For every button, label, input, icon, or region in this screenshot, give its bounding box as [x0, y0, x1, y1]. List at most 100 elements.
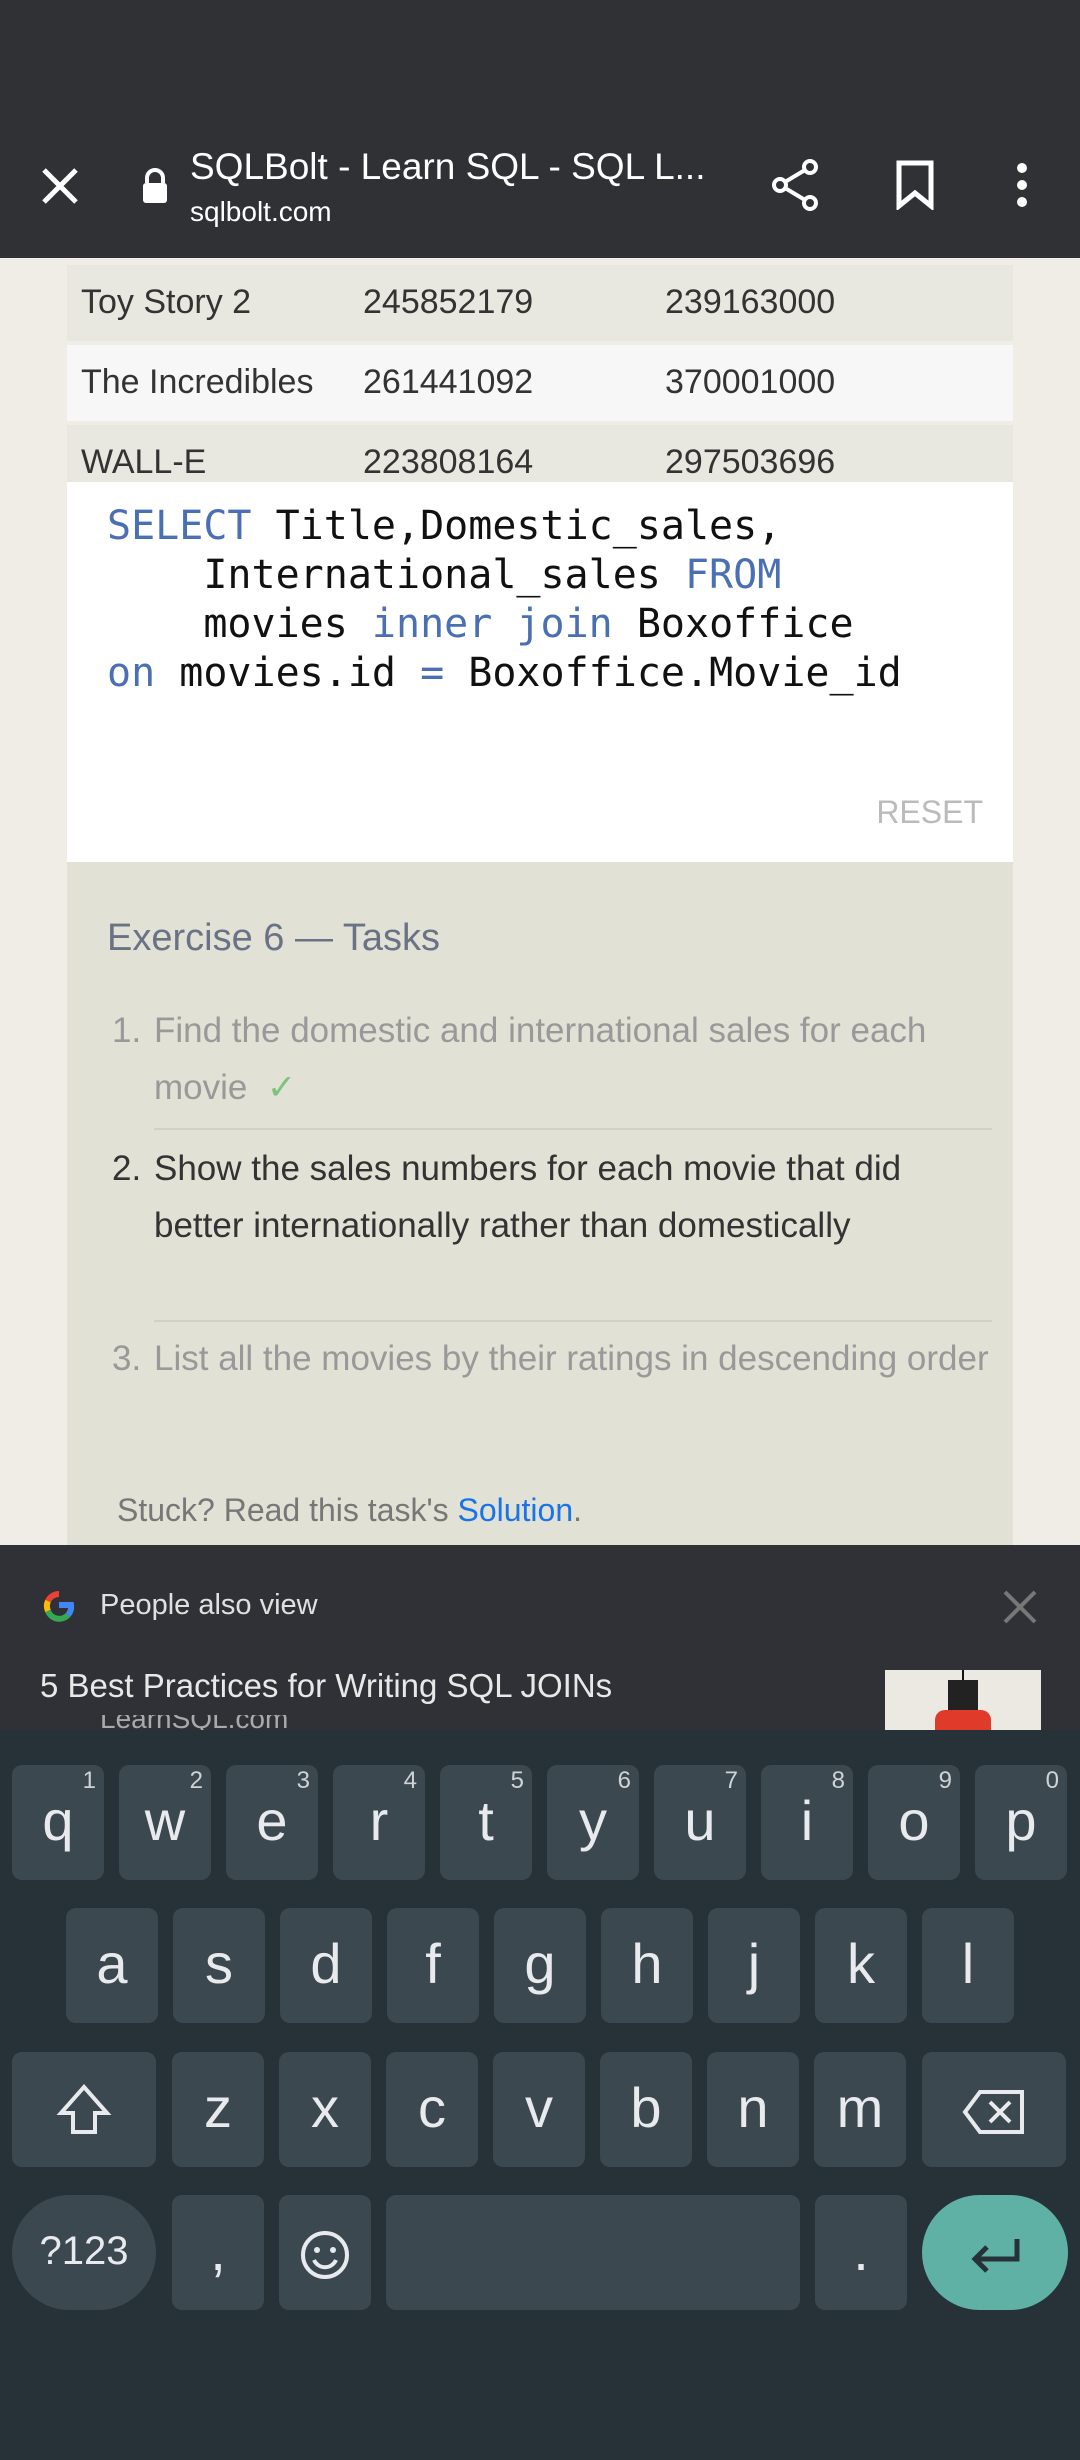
keyword: inner join [371, 601, 613, 647]
key-x[interactable]: x [279, 2052, 371, 2167]
key-m[interactable]: m [814, 2052, 906, 2167]
key-p[interactable]: p0 [975, 1765, 1067, 1880]
key-label: o [898, 1789, 930, 1852]
people-also-view-panel: People also view 5 Best Practices for Wr… [0, 1545, 1080, 1730]
code-text: Boxoffice.Movie_id [444, 650, 902, 696]
key-u[interactable]: u7 [654, 1765, 746, 1880]
key-hint: 9 [938, 1767, 952, 1794]
cell-domestic: 245852179 [363, 283, 534, 321]
key-comma[interactable]: , [172, 2195, 264, 2310]
task-item: 1. Find the domestic and international sa… [112, 1002, 992, 1116]
key-hint: 4 [403, 1767, 417, 1794]
key-hint: 1 [82, 1767, 96, 1794]
lock-icon [143, 168, 167, 203]
key-emoji[interactable] [279, 2195, 371, 2310]
table-row: Toy Story 2 245852179 239163000 [67, 265, 1013, 341]
key-label: w [144, 1789, 186, 1852]
code-text: movies.id [155, 650, 421, 696]
key-c[interactable]: c [386, 2052, 478, 2167]
keyword: FROM [684, 552, 782, 598]
cell-international: 297503696 [665, 443, 836, 481]
key-n[interactable]: n [707, 2052, 799, 2167]
key-h[interactable]: h [601, 1908, 693, 2023]
panel-header: People also view [100, 1589, 318, 1621]
code-text: movies [107, 601, 372, 647]
key-z[interactable]: z [172, 2052, 264, 2167]
key-symbols[interactable]: ?123 [12, 2195, 156, 2310]
cell-international: 370001000 [665, 363, 836, 401]
article-thumbnail[interactable] [885, 1670, 1041, 1730]
google-icon [43, 1590, 75, 1622]
shift-icon [56, 2084, 112, 2135]
task-number: 3. [112, 1339, 142, 1378]
stuck-hint: Stuck? Read this task's Solution. [117, 1492, 582, 1529]
task-item: 2. Show the sales numbers for each movie … [112, 1140, 992, 1254]
task-text: List all the movies by their ratings in … [154, 1339, 989, 1378]
key-k[interactable]: k [815, 1908, 907, 2023]
table-row: WALL-E 223808164 297503696 [67, 425, 1013, 482]
bookmark-icon[interactable] [895, 160, 935, 210]
key-label: r [369, 1789, 389, 1852]
key-o[interactable]: o9 [868, 1765, 960, 1880]
share-icon[interactable] [770, 158, 820, 212]
solution-link[interactable]: Solution [457, 1492, 573, 1528]
key-shift[interactable] [12, 2052, 156, 2167]
key-space[interactable] [386, 2195, 800, 2310]
reset-button[interactable]: RESET [876, 794, 983, 831]
key-s[interactable]: s [173, 1908, 265, 2023]
key-hint: 6 [617, 1767, 631, 1794]
cell-international: 239163000 [665, 283, 836, 321]
key-period[interactable]: . [815, 2195, 907, 2310]
key-hint: 0 [1045, 1767, 1059, 1794]
key-hint: 8 [831, 1767, 845, 1794]
key-a[interactable]: a [66, 1908, 158, 2023]
key-enter[interactable] [922, 2195, 1068, 2310]
table-row: The Incredibles 261441092 370001000 [67, 345, 1013, 421]
task-item: 3. List all the movies by their ratings i… [112, 1330, 992, 1387]
task-number: 1. [112, 1011, 142, 1050]
more-icon[interactable] [1012, 160, 1032, 210]
key-hint: 3 [296, 1767, 310, 1794]
key-q[interactable]: q1 [12, 1765, 104, 1880]
key-w[interactable]: w2 [119, 1765, 211, 1880]
keyword: SELECT [107, 503, 252, 549]
key-g[interactable]: g [494, 1908, 586, 2023]
hint-text: . [573, 1492, 583, 1528]
key-j[interactable]: j [708, 1908, 800, 2023]
tasks-panel: Exercise 6 — Tasks 1. Find the domestic a… [67, 862, 1013, 1545]
key-label: u [684, 1789, 716, 1852]
article-title[interactable]: 5 Best Practices for Writing SQL JOINs [40, 1667, 612, 1705]
key-b[interactable]: b [600, 2052, 692, 2167]
sql-code[interactable]: SELECT Title,Domestic_sales, Internation… [107, 502, 902, 698]
key-r[interactable]: r4 [333, 1765, 425, 1880]
cell-title: The Incredibles [81, 363, 314, 401]
key-y[interactable]: y6 [547, 1765, 639, 1880]
close-icon[interactable] [1002, 1589, 1038, 1625]
task-number: 2. [112, 1149, 142, 1188]
keyboard: ?123 , . q1w2e3r4t5y6u7i8o9p0asdfghjklzx… [0, 1730, 1080, 2460]
key-i[interactable]: i8 [761, 1765, 853, 1880]
key-label: q [42, 1789, 74, 1852]
key-t[interactable]: t5 [440, 1765, 532, 1880]
key-v[interactable]: v [493, 2052, 585, 2167]
cell-title: WALL-E [81, 443, 207, 481]
sql-editor[interactable]: SELECT Title,Domestic_sales, Internation… [67, 482, 1013, 862]
key-f[interactable]: f [387, 1908, 479, 2023]
key-label: p [1005, 1789, 1037, 1852]
divider [154, 1128, 992, 1130]
page-title[interactable]: SQLBolt - Learn SQL - SQL L... [190, 146, 706, 188]
key-d[interactable]: d [280, 1908, 372, 2023]
page-url[interactable]: sqlbolt.com [190, 196, 332, 228]
code-text: International_sales [107, 552, 685, 598]
key-e[interactable]: e3 [226, 1765, 318, 1880]
key-l[interactable]: l [922, 1908, 1014, 2023]
keyword: on [107, 650, 156, 696]
emoji-icon [301, 2231, 349, 2280]
task-text: Show the sales numbers for each movie th… [154, 1149, 902, 1245]
key-label: e [256, 1789, 288, 1852]
cell-title: Toy Story 2 [81, 283, 252, 321]
browser-toolbar: SQLBolt - Learn SQL - SQL L... sqlbolt.c… [0, 0, 1080, 258]
cell-domestic: 261441092 [363, 363, 534, 401]
key-backspace[interactable] [922, 2052, 1066, 2167]
close-icon[interactable] [40, 166, 80, 206]
